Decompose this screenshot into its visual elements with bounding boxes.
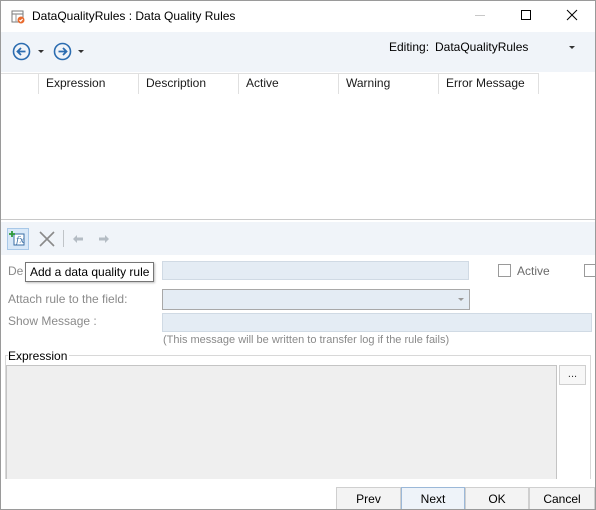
- show-message-hint: (This message will be written to transfe…: [163, 334, 450, 346]
- rules-toolbar: fx: [1, 222, 595, 255]
- close-icon: [566, 9, 578, 24]
- rules-grid[interactable]: Expression Description Active Warning Er…: [1, 73, 595, 220]
- arrow-left-small-icon: [72, 233, 84, 247]
- attach-field-label: Attach rule to the field:: [8, 292, 128, 306]
- dialog-window: DataQualityRules : Data Quality Rules Ed…: [0, 0, 596, 510]
- active-checkbox[interactable]: [498, 264, 511, 277]
- forward-history-dropdown[interactable]: [78, 50, 84, 53]
- show-message-label: Show Message :: [8, 314, 97, 328]
- move-rule-down-button[interactable]: [98, 233, 110, 243]
- column-header-error-message[interactable]: Error Message: [439, 74, 539, 94]
- back-button[interactable]: [12, 42, 31, 61]
- editing-value: DataQualityRules: [435, 40, 529, 54]
- attach-field-select[interactable]: [162, 289, 470, 310]
- prev-button[interactable]: Prev: [336, 487, 401, 509]
- show-message-input[interactable]: [162, 313, 592, 332]
- maximize-button[interactable]: [503, 1, 549, 32]
- column-header-selector[interactable]: [1, 74, 39, 94]
- ok-button[interactable]: OK: [465, 487, 529, 509]
- move-rule-up-button[interactable]: [72, 233, 84, 243]
- chevron-down-icon: [569, 46, 575, 49]
- toolbar-separator: [63, 230, 64, 247]
- expression-browse-button[interactable]: ...: [559, 365, 586, 385]
- svg-text:fx: fx: [15, 236, 24, 246]
- add-rule-icon: fx: [8, 231, 28, 252]
- title-bar: DataQualityRules : Data Quality Rules: [1, 1, 595, 32]
- window-title: DataQualityRules : Data Quality Rules: [32, 9, 236, 23]
- editing-select[interactable]: DataQualityRules: [433, 37, 583, 57]
- chevron-down-icon: [458, 298, 464, 301]
- column-header-warning[interactable]: Warning: [339, 74, 439, 94]
- column-header-description[interactable]: Description: [139, 74, 239, 94]
- minimize-button[interactable]: [457, 1, 503, 32]
- maximize-icon: [520, 9, 532, 24]
- navigation-toolbar: Editing: DataQualityRules: [1, 32, 595, 72]
- arrow-right-circle-icon: [53, 42, 72, 64]
- add-rule-button[interactable]: fx: [7, 228, 29, 250]
- delete-rule-button[interactable]: [38, 230, 56, 248]
- arrow-right-small-icon: [98, 233, 110, 247]
- add-rule-tooltip: Add a data quality rule: [25, 262, 155, 282]
- active-label: Active: [517, 264, 550, 278]
- column-header-active[interactable]: Active: [239, 74, 339, 94]
- expression-group-label: Expression: [8, 349, 70, 363]
- cancel-button[interactable]: Cancel: [529, 487, 595, 509]
- editing-label: Editing:: [389, 40, 430, 54]
- column-header-expression[interactable]: Expression: [39, 74, 139, 94]
- warning-checkbox[interactable]: [584, 264, 595, 277]
- description-label: De: [8, 264, 24, 278]
- minimize-icon: [474, 9, 486, 24]
- delete-x-icon: [38, 231, 56, 251]
- description-input[interactable]: [162, 261, 469, 280]
- expression-editor[interactable]: [6, 365, 557, 495]
- attach-field-value: [165, 292, 452, 307]
- back-history-dropdown[interactable]: [38, 50, 44, 53]
- table-rules-icon: [10, 9, 26, 25]
- forward-button[interactable]: [53, 42, 72, 61]
- grid-header: Expression Description Active Warning Er…: [1, 73, 539, 94]
- next-button[interactable]: Next: [401, 487, 465, 509]
- close-button[interactable]: [549, 1, 595, 32]
- arrow-left-circle-icon: [12, 42, 31, 64]
